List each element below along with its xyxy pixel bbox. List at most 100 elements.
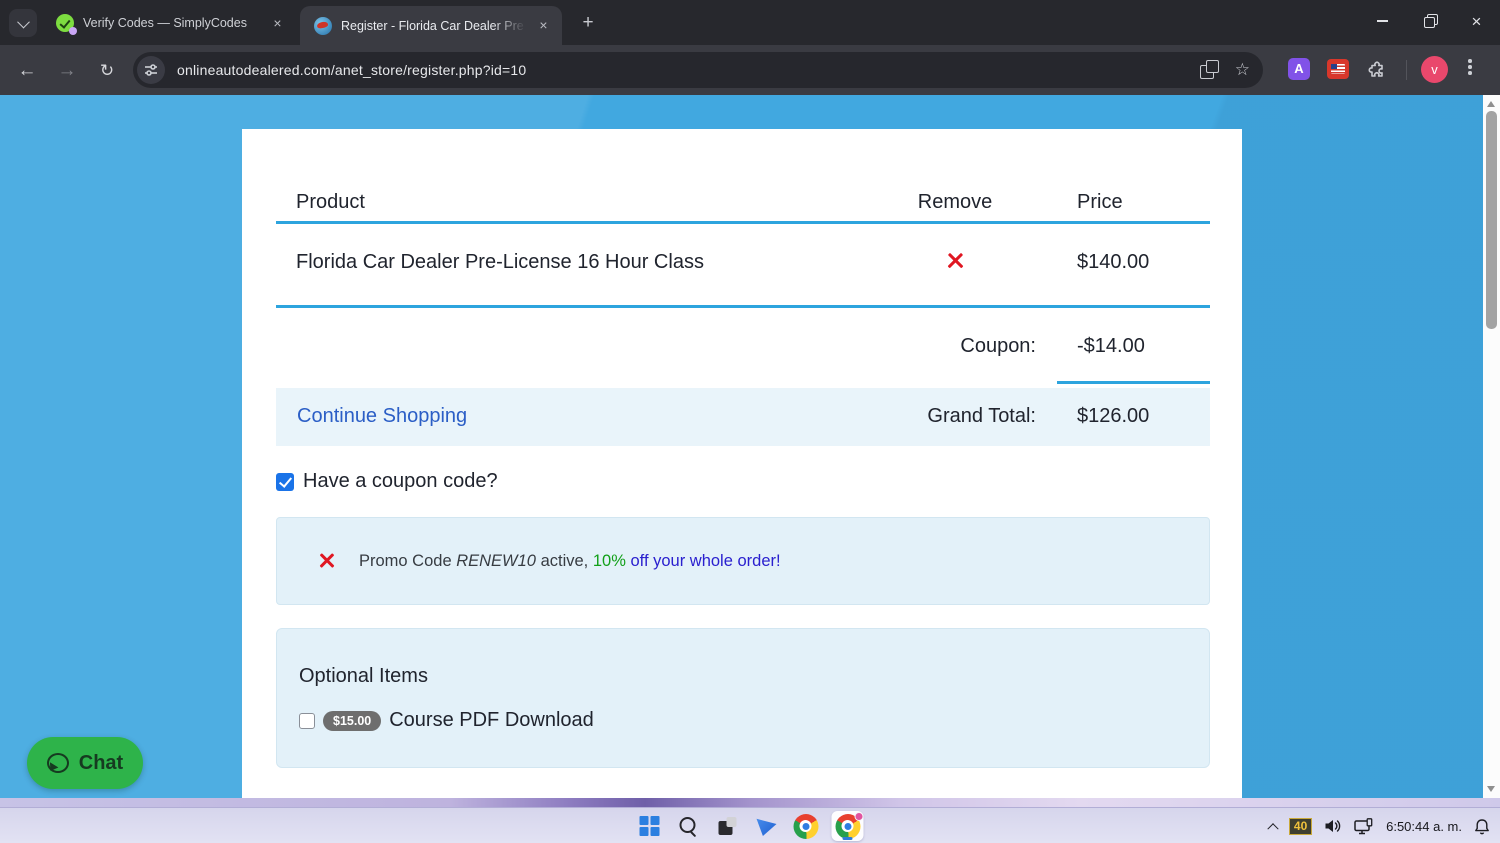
cart-item-price: $140.00 — [1077, 251, 1150, 273]
active-app-indicator — [842, 837, 853, 840]
screen: Verify Codes — SimplyCodes × Register - … — [0, 0, 1500, 843]
extension-a-icon[interactable]: A — [1288, 58, 1310, 80]
chrome-icon — [835, 811, 863, 839]
coupon-amount: -$14.00 — [1077, 335, 1145, 357]
taskbar-app-dark[interactable] — [715, 813, 741, 839]
minimize-icon — [1377, 20, 1388, 22]
profile-badge-dot — [854, 811, 863, 821]
search-icon — [679, 816, 699, 836]
chat-bubble-icon — [46, 753, 69, 773]
tab-search-button[interactable] — [9, 9, 37, 37]
tab-simplycodes[interactable]: Verify Codes — SimplyCodes × — [42, 7, 296, 39]
chevron-down-icon — [16, 15, 30, 28]
toolbar-divider — [1406, 60, 1407, 80]
tab-close-icon[interactable]: × — [535, 17, 552, 34]
chrome-icon — [793, 813, 818, 839]
reload-button[interactable]: ↻ — [94, 58, 120, 84]
coupon-checkbox-label[interactable]: Have a coupon code? — [303, 470, 498, 493]
translate-icon[interactable] — [1199, 60, 1219, 80]
coupon-checkbox[interactable] — [276, 472, 294, 491]
cart-item-name: Florida Car Dealer Pre-License 16 Hour C… — [296, 251, 704, 273]
close-window-button[interactable]: × — [1453, 0, 1500, 42]
scrollbar-thumb[interactable] — [1486, 111, 1497, 329]
tab-close-icon[interactable]: × — [269, 15, 286, 32]
windows-logo-icon — [639, 816, 660, 836]
column-header-price: Price — [1077, 191, 1123, 213]
cart-card: Product Remove Price Florida Car Dealer … — [242, 129, 1242, 798]
price-divider — [1057, 381, 1210, 384]
extension-flag-icon[interactable] — [1327, 59, 1349, 79]
promo-suffix: off your whole order! — [625, 552, 781, 570]
taskbar-search-button[interactable] — [676, 813, 702, 839]
start-button[interactable] — [637, 813, 663, 839]
promo-message: Promo Code RENEW10 active, 10% off your … — [359, 552, 781, 571]
puzzle-glyph — [1368, 61, 1383, 77]
grand-total-label: Grand Total: — [927, 405, 1036, 427]
forward-button[interactable]: → — [54, 58, 80, 84]
dark-app-icon — [717, 815, 739, 837]
page-scrollbar[interactable] — [1483, 95, 1500, 798]
browser-menu-button[interactable] — [1467, 59, 1473, 81]
chat-button[interactable]: Chat — [27, 737, 143, 789]
promo-code: RENEW10 — [456, 552, 536, 570]
taskbar-icons — [637, 808, 864, 843]
restore-button[interactable] — [1406, 0, 1453, 42]
simplycodes-favicon — [56, 14, 77, 35]
bookmark-star-icon[interactable]: ☆ — [1235, 60, 1250, 80]
coupon-checkbox-row: Have a coupon code? — [276, 470, 498, 493]
tab-title: Register - Florida Car Dealer Pre — [341, 18, 524, 33]
grand-total-amount: $126.00 — [1077, 405, 1150, 427]
optional-item-price-badge: $15.00 — [323, 710, 382, 731]
optional-items-title: Optional Items — [299, 665, 428, 687]
scroll-down-arrow[interactable] — [1487, 786, 1495, 792]
remove-item-button[interactable] — [946, 251, 965, 270]
address-bar[interactable]: onlineautodealered.com/anet_store/regist… — [133, 52, 1263, 88]
table-divider — [276, 221, 1210, 224]
continue-shopping-link[interactable]: Continue Shopping — [297, 405, 467, 428]
column-header-product: Product — [296, 191, 365, 213]
system-tray: 40 6:50:44 a. m. — [1267, 808, 1490, 843]
promo-banner: Promo Code RENEW10 active, 10% off your … — [276, 517, 1210, 605]
back-button[interactable]: ← — [14, 58, 40, 84]
promo-prefix: Promo Code — [359, 552, 457, 570]
taskbar-chrome-active[interactable] — [831, 811, 864, 841]
page-viewport: Product Remove Price Florida Car Dealer … — [0, 95, 1500, 798]
column-header-remove: Remove — [917, 191, 993, 213]
minimize-button[interactable] — [1359, 0, 1406, 42]
speaker-icon[interactable] — [1324, 818, 1342, 834]
optional-item-row: $15.00 Course PDF Download — [299, 709, 594, 732]
optional-item-checkbox[interactable] — [299, 712, 315, 729]
window-controls: × — [1359, 0, 1500, 45]
promo-middle: active, — [536, 552, 593, 570]
taskbar-app-blue[interactable] — [754, 813, 780, 839]
notification-bell-icon[interactable] — [1474, 818, 1490, 835]
table-divider — [276, 305, 1210, 308]
site-settings-button[interactable] — [137, 56, 165, 84]
optional-items-box: Optional Items $15.00 Course PDF Downloa… — [276, 628, 1210, 768]
network-icon[interactable] — [1354, 817, 1374, 835]
blue-app-icon — [755, 814, 779, 838]
new-tab-button[interactable]: + — [576, 11, 600, 35]
profile-avatar[interactable]: v — [1421, 56, 1448, 83]
register-favicon — [314, 16, 332, 35]
close-icon: × — [1471, 11, 1482, 31]
url-text[interactable]: onlineautodealered.com/anet_store/regist… — [177, 62, 526, 78]
browser-tab-strip: Verify Codes — SimplyCodes × Register - … — [0, 0, 1500, 45]
taskbar: 40 6:50:44 a. m. — [0, 807, 1500, 843]
clock[interactable]: 6:50:44 a. m. — [1386, 819, 1462, 834]
browser-toolbar: ← → ↻ onlineautodealered.com/anet_store/… — [0, 45, 1500, 95]
tray-indicator-badge[interactable]: 40 — [1289, 817, 1313, 835]
tray-chevron-up-icon[interactable] — [1267, 823, 1279, 835]
remove-promo-button[interactable] — [318, 552, 336, 570]
optional-item-label[interactable]: Course PDF Download — [389, 709, 594, 732]
taskbar-chrome[interactable] — [793, 813, 819, 839]
tune-icon — [145, 64, 157, 76]
restore-icon — [1423, 14, 1438, 28]
coupon-label: Coupon: — [960, 335, 1036, 357]
extensions-puzzle-icon[interactable] — [1366, 58, 1388, 80]
scroll-up-arrow[interactable] — [1487, 101, 1495, 107]
promo-percent: 10% — [592, 552, 626, 570]
notification-dot — [69, 27, 77, 35]
remove-cell — [882, 251, 1028, 270]
tab-register[interactable]: Register - Florida Car Dealer Pre × — [300, 6, 562, 45]
